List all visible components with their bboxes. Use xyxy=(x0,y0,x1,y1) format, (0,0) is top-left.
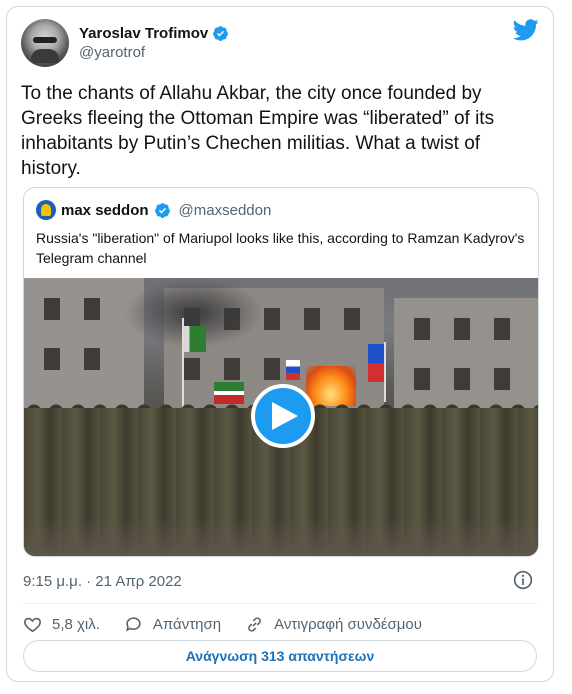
verified-badge-icon xyxy=(154,202,170,218)
quoted-author-handle: @maxseddon xyxy=(178,201,272,219)
read-replies-button[interactable]: Ανάγνωση 313 απαντήσεων xyxy=(23,640,537,672)
window xyxy=(224,358,240,380)
green-flag xyxy=(184,326,206,352)
like-count: 5,8 χιλ. xyxy=(52,615,100,633)
author-handle[interactable]: @yarotrof xyxy=(79,44,229,61)
window xyxy=(84,298,100,320)
author-name[interactable]: Yaroslav Trofimov xyxy=(79,25,208,42)
quoted-tweet[interactable]: max seddon @maxseddon Russia's "liberati… xyxy=(23,187,539,557)
tweet-text: To the chants of Allahu Akbar, the city … xyxy=(21,83,495,179)
reply-action[interactable]: Απάντηση xyxy=(124,615,221,634)
window xyxy=(454,318,470,340)
window xyxy=(304,308,320,330)
copy-link-action[interactable]: Αντιγραφή συνδέσμου xyxy=(245,615,422,634)
window xyxy=(264,308,280,330)
dpr-flag xyxy=(368,344,384,382)
russian-flag xyxy=(286,360,300,380)
window xyxy=(264,358,280,380)
window xyxy=(414,368,430,390)
window xyxy=(494,318,510,340)
like-action[interactable]: 5,8 χιλ. xyxy=(23,615,100,634)
tweet-timestamp[interactable]: 9:15 μ.μ. · 21 Απρ 2022 xyxy=(23,573,182,590)
window xyxy=(454,368,470,390)
video-thumbnail[interactable] xyxy=(24,278,538,556)
quoted-avatar xyxy=(36,200,56,220)
reply-bubble-icon xyxy=(125,616,141,632)
verified-badge-icon xyxy=(213,26,229,41)
window xyxy=(344,308,360,330)
play-icon xyxy=(272,402,298,430)
copy-link-label: Αντιγραφή συνδέσμου xyxy=(274,615,422,633)
twitter-bird-icon[interactable] xyxy=(513,19,539,41)
window xyxy=(184,358,200,380)
quoted-text: Russia's "liberation" of Mariupol looks … xyxy=(36,230,525,266)
flag-pole xyxy=(384,342,386,402)
info-icon[interactable] xyxy=(513,570,533,590)
play-button[interactable] xyxy=(251,384,315,448)
link-icon xyxy=(248,616,261,632)
divider xyxy=(23,603,537,604)
author-avatar[interactable] xyxy=(21,19,69,67)
reply-label: Απάντηση xyxy=(152,615,222,633)
window xyxy=(494,368,510,390)
tweet-header: Yaroslav Trofimov @yarotrof xyxy=(21,19,539,71)
tweet-card[interactable]: Yaroslav Trofimov @yarotrof To the chant… xyxy=(6,6,554,682)
quoted-header: max seddon @maxseddon xyxy=(36,200,271,220)
tweet-actions: 5,8 χιλ. Απάντηση Αντιγραφή συνδέσμου xyxy=(23,612,446,636)
quoted-author-name: max seddon xyxy=(61,201,149,219)
window xyxy=(414,318,430,340)
window xyxy=(44,298,60,320)
window xyxy=(84,348,100,370)
window xyxy=(44,348,60,370)
author-info[interactable]: Yaroslav Trofimov @yarotrof xyxy=(79,25,229,61)
heart-icon xyxy=(24,617,41,632)
